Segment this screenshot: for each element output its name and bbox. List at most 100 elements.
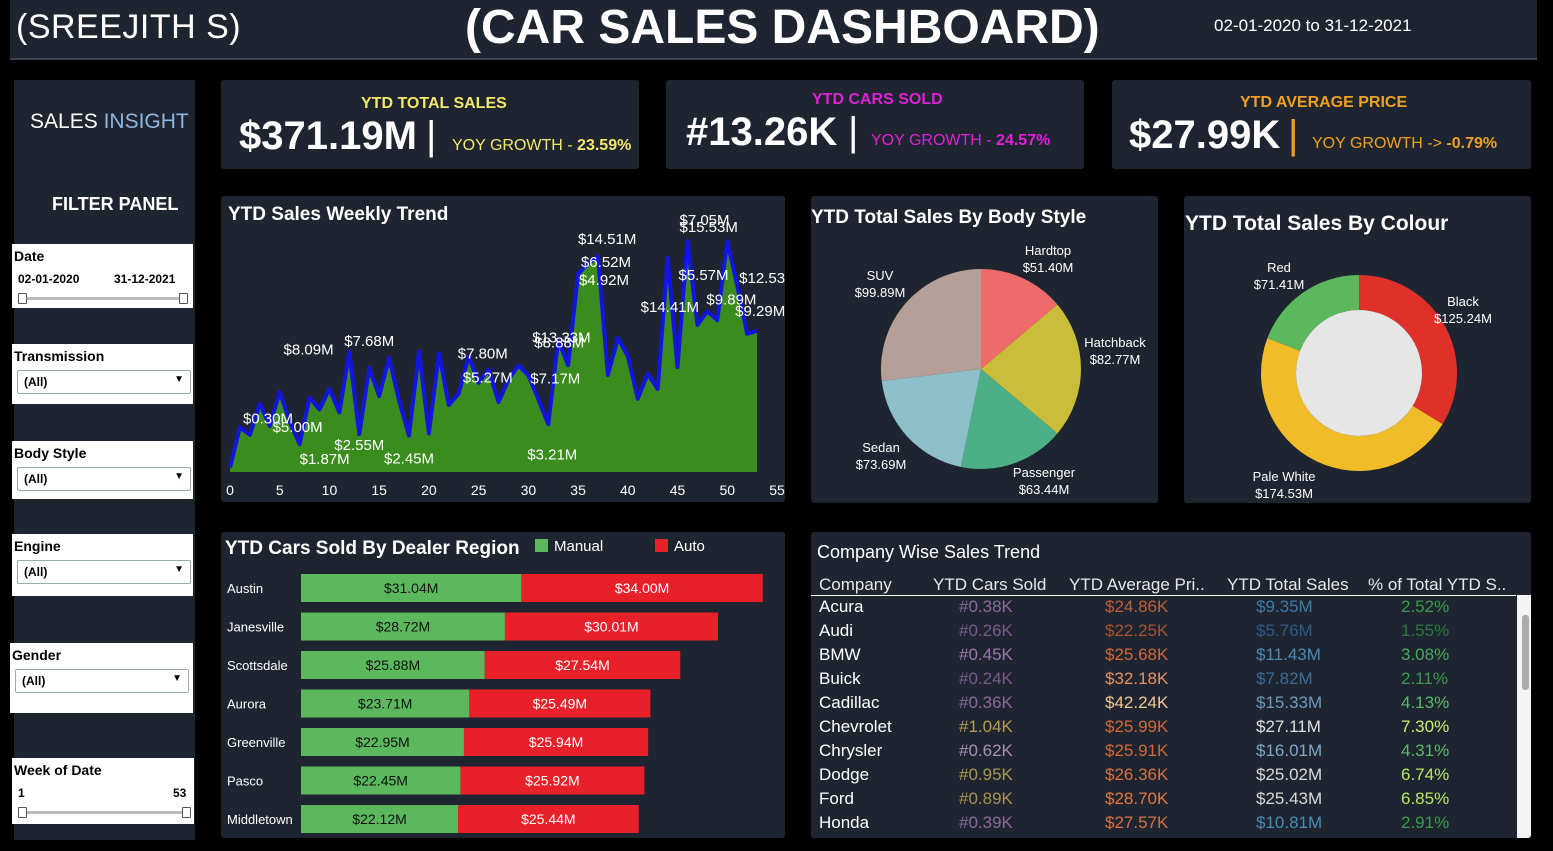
cell-total-sales: $25.02M xyxy=(1256,765,1323,784)
cell-company: Ford xyxy=(819,789,854,808)
sales-word: SALES xyxy=(30,110,98,133)
engine-filter: Engine (All) ▼ xyxy=(12,534,193,596)
cell-total-sales: $7.82M xyxy=(1256,669,1313,688)
cell-percent-total: 3.08% xyxy=(1401,645,1450,664)
week-slider-track[interactable] xyxy=(22,811,187,814)
growth-value: 24.57% xyxy=(996,132,1051,149)
x-tick-label: 0 xyxy=(226,482,234,498)
chevron-down-icon: ▼ xyxy=(174,374,184,385)
trend-data-label: $5.57M xyxy=(678,267,728,284)
kpi-average-price-growth: YOY GROWTH -> -0.79% xyxy=(1312,135,1497,153)
week-slider-start-handle[interactable] xyxy=(18,807,27,818)
gender-filter-label: Gender xyxy=(12,647,62,663)
table-row[interactable]: Chrysler #0.62K $25.91K $16.01M 4.31% xyxy=(811,739,1511,763)
table-row[interactable]: BMW #0.45K $25.68K $11.43M 3.08% xyxy=(811,643,1511,667)
cell-percent-total: 7.30% xyxy=(1401,717,1450,736)
cell-cars-sold: #1.04K xyxy=(959,717,1013,736)
table-row[interactable]: Audi #0.26K $22.25K $5.76M 1.55% xyxy=(811,619,1511,643)
table-row[interactable]: Ford #0.89K $28.70K $25.43M 6.85% xyxy=(811,787,1511,811)
cell-average-price: $24.86K xyxy=(1105,597,1169,616)
table-scrollbar[interactable] xyxy=(1517,595,1531,838)
cell-percent-total: 2.11% xyxy=(1401,669,1448,688)
date-slider-start-handle[interactable] xyxy=(18,293,27,304)
cell-percent-total: 6.85% xyxy=(1401,789,1450,808)
date-filter-label: Date xyxy=(14,248,45,264)
donut-value-label: $125.24M xyxy=(1434,311,1492,326)
column-header-cars-sold[interactable]: YTD Cars Sold xyxy=(933,575,1046,595)
table-row[interactable]: Cadillac #0.36K $42.24K $15.33M 4.13% xyxy=(811,691,1511,715)
cell-cars-sold: #0.24K xyxy=(959,669,1013,688)
cell-percent-total: 1.55% xyxy=(1401,621,1450,640)
growth-label: YOY GROWTH -> xyxy=(1312,135,1442,152)
chevron-down-icon: ▼ xyxy=(174,471,184,482)
column-header-total-sales[interactable]: YTD Total Sales xyxy=(1227,575,1349,595)
pie-value-label: $63.44M xyxy=(1019,482,1070,497)
column-header-average-price[interactable]: YTD Average Pri.. xyxy=(1069,575,1205,595)
date-slider-track[interactable] xyxy=(22,297,186,300)
date-slider-end-handle[interactable] xyxy=(179,293,188,304)
x-tick-label: 5 xyxy=(276,482,284,498)
kpi-separator: | xyxy=(1288,113,1299,157)
filter-panel-title: FILTER PANEL xyxy=(52,194,179,214)
week-from-value: 1 xyxy=(18,786,25,800)
pie-category-label: Passenger xyxy=(1013,465,1076,480)
growth-value: 23.59% xyxy=(577,137,632,154)
engine-selected-value: (All) xyxy=(24,565,48,579)
cell-average-price: $27.57K xyxy=(1105,813,1169,832)
transmission-dropdown[interactable]: (All) ▼ xyxy=(17,370,191,394)
pie-value-label: $82.77M xyxy=(1090,352,1141,367)
cell-cars-sold: #0.38K xyxy=(959,597,1013,616)
scrollbar-thumb[interactable] xyxy=(1522,615,1529,690)
column-header-company[interactable]: Company xyxy=(819,575,892,595)
cell-company: Chrysler xyxy=(819,741,883,760)
kpi-cars-sold-card: YTD CARS SOLD #13.26K | YOY GROWTH - 24.… xyxy=(666,80,1084,169)
trend-data-label: $2.55M xyxy=(334,437,384,454)
kpi-separator: | xyxy=(848,110,859,154)
bar-category-label: Scottsdale xyxy=(227,658,288,673)
table-row[interactable]: Chevrolet #1.04K $25.99K $27.11M 7.30% xyxy=(811,715,1511,739)
x-tick-label: 35 xyxy=(570,482,586,498)
colour-card: YTD Total Sales By Colour Black $125.24M P… xyxy=(1184,196,1531,503)
body-style-dropdown[interactable]: (All) ▼ xyxy=(17,467,191,491)
cell-average-price: $28.70K xyxy=(1105,789,1169,808)
kpi-total-sales-value: $371.19M xyxy=(239,114,417,158)
bar-value-label: $22.45M xyxy=(353,773,407,789)
trend-data-label: $14.41M xyxy=(641,299,699,316)
transmission-filter: Transmission (All) ▼ xyxy=(12,344,193,404)
kpi-average-price-value: $27.99K xyxy=(1129,113,1281,157)
gender-dropdown[interactable]: (All) ▼ xyxy=(15,669,189,693)
bar-category-label: Aurora xyxy=(227,697,267,712)
cell-company: Dodge xyxy=(819,765,870,784)
table-row[interactable]: Dodge #0.95K $26.36K $25.02M 6.74% xyxy=(811,763,1511,787)
growth-value: -0.79% xyxy=(1446,135,1498,152)
week-filter: Week of Date 1 53 xyxy=(12,758,194,824)
column-header-percent-total[interactable]: % of Total YTD S.. xyxy=(1368,575,1506,595)
company-table-card: Company Wise Sales Trend Company YTD Car… xyxy=(811,532,1531,838)
trend-data-label: $2.45M xyxy=(384,451,434,468)
engine-dropdown[interactable]: (All) ▼ xyxy=(17,560,191,584)
dashboard-title: (CAR SALES DASHBOARD) xyxy=(465,1,1100,54)
trend-data-label: $5.27M xyxy=(463,370,513,387)
table-row[interactable]: Buick #0.24K $32.18K $7.82M 2.11% xyxy=(811,667,1511,691)
week-slider-end-handle[interactable] xyxy=(182,807,191,818)
engine-filter-label: Engine xyxy=(14,538,61,554)
legend-label-manual: Manual xyxy=(554,538,603,555)
cell-percent-total: 4.31% xyxy=(1401,741,1450,760)
cell-cars-sold: #0.95K xyxy=(959,765,1013,784)
cell-total-sales: $11.43M xyxy=(1256,645,1321,664)
bar-category-label: Pasco xyxy=(227,774,263,789)
table-row[interactable]: Acura #0.38K $24.86K $9.35M 2.52% xyxy=(811,595,1511,619)
pie-category-label: Sedan xyxy=(862,440,900,455)
kpi-average-price-card: YTD AVERAGE PRICE $27.99K | YOY GROWTH -… xyxy=(1112,80,1531,169)
donut-category-label: Red xyxy=(1267,260,1291,275)
bar-value-label: $34.00M xyxy=(615,580,669,596)
x-tick-label: 50 xyxy=(719,482,735,498)
bar-category-label: Austin xyxy=(227,581,263,596)
kpi-total-sales-growth: YOY GROWTH - 23.59% xyxy=(452,137,631,155)
x-tick-label: 10 xyxy=(322,482,338,498)
bar-value-label: $25.88M xyxy=(366,657,420,673)
donut-category-label: Black xyxy=(1447,294,1479,309)
table-row[interactable]: Honda #0.39K $27.57K $10.81M 2.91% xyxy=(811,811,1511,835)
pie-category-label: Hatchback xyxy=(1084,335,1146,350)
sales-insight-logo: SALES INSIGHT xyxy=(30,110,189,134)
